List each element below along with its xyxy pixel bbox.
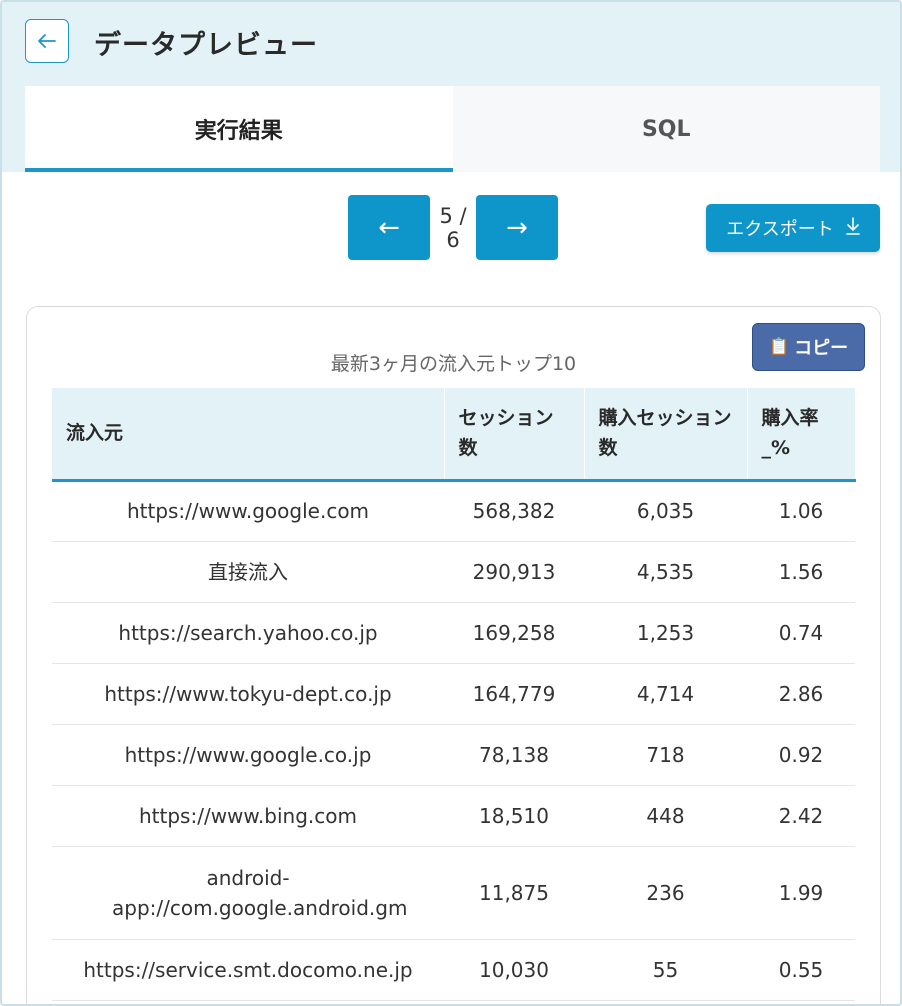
- arrow-left-icon: [38, 34, 56, 48]
- next-page-button[interactable]: →: [476, 195, 558, 260]
- export-button[interactable]: エクスポート: [706, 204, 880, 252]
- pagination: ← 5 / 6 →: [348, 195, 558, 260]
- tab-results[interactable]: 実行結果: [25, 86, 453, 172]
- table-row: https://www.bing.com 18,510 448 2.42: [52, 785, 855, 847]
- cell-source: https://www.google.co.jp: [52, 724, 444, 786]
- prev-page-button[interactable]: ←: [348, 195, 430, 260]
- cell-source: android-app://com.google.android.gm: [52, 846, 444, 940]
- table-caption: 最新3ヶ月の流入元トップ10: [330, 352, 577, 375]
- cell-purchase-rate: 0.55: [747, 939, 855, 1001]
- table-row: https://search.yahoo.co.jp 169,258 1,253…: [52, 602, 855, 664]
- page-indicator: 5 / 6: [439, 203, 467, 252]
- cell-purchase-sessions: 448: [584, 785, 747, 847]
- cell-purchase-rate: 1.56: [747, 541, 855, 603]
- cell-source: https://www.bing.com: [52, 785, 444, 847]
- cell-source: https://search.yahoo.co.jp: [52, 602, 444, 664]
- cell-purchase-sessions: 55: [584, 939, 747, 1001]
- arrow-right-icon: →: [506, 212, 528, 243]
- cell-source: https://service.smt.docomo.ne.jp: [52, 939, 444, 1001]
- cell-sessions: 169,258: [444, 602, 584, 664]
- table-row: https://service.smt.docomo.ne.jp 10,030 …: [52, 939, 855, 1001]
- cell-purchase-rate: 2.86: [747, 663, 855, 725]
- cell-purchase-sessions: 4,535: [584, 541, 747, 603]
- export-label: エクスポート: [726, 219, 834, 240]
- download-icon: [845, 216, 860, 240]
- column-header-purchase-rate[interactable]: 購入率_%: [747, 388, 856, 482]
- table-row: 直接流入 290,913 4,535 1.56: [52, 541, 855, 603]
- cell-purchase-rate: 0.74: [747, 602, 855, 664]
- cell-purchase-sessions: 1,253: [584, 602, 747, 664]
- page-title: データプレビュー: [94, 29, 318, 61]
- table-header-row: 流入元 セッション数 購入セッション数 購入率_%: [52, 388, 856, 482]
- results-table: 流入元 セッション数 購入セッション数 購入率_% https://www.go…: [52, 388, 856, 1001]
- cell-sessions: 568,382: [444, 480, 584, 542]
- table-row: https://www.tokyu-dept.co.jp 164,779 4,7…: [52, 663, 855, 725]
- cell-source: https://www.google.com: [52, 480, 444, 542]
- column-header-source[interactable]: 流入元: [52, 388, 445, 482]
- cell-source: 直接流入: [52, 541, 444, 603]
- back-button[interactable]: [25, 19, 69, 63]
- cell-sessions: 290,913: [444, 541, 584, 603]
- column-header-purchase-sessions[interactable]: 購入セッション数: [584, 388, 748, 482]
- arrow-left-icon: ←: [378, 212, 400, 243]
- cell-purchase-rate: 2.42: [747, 785, 855, 847]
- column-header-sessions[interactable]: セッション数: [444, 388, 585, 482]
- tab-bar: 実行結果 SQL: [25, 86, 880, 172]
- cell-purchase-rate: 0.92: [747, 724, 855, 786]
- preview-window: データプレビュー 実行結果 SQL ← 5 / 6 → エクスポート 📋 コピー…: [0, 0, 902, 1006]
- table-row: https://www.google.com 568,382 6,035 1.0…: [52, 480, 855, 542]
- cell-sessions: 18,510: [444, 785, 584, 847]
- cell-purchase-rate: 1.99: [747, 846, 855, 940]
- cell-purchase-sessions: 718: [584, 724, 747, 786]
- table-row: https://www.google.co.jp 78,138 718 0.92: [52, 724, 855, 786]
- cell-purchase-rate: 1.06: [747, 480, 855, 542]
- cell-purchase-sessions: 4,714: [584, 663, 747, 725]
- cell-sessions: 78,138: [444, 724, 584, 786]
- cell-sessions: 164,779: [444, 663, 584, 725]
- table-row: android-app://com.google.android.gm 11,8…: [52, 846, 855, 940]
- tab-sql[interactable]: SQL: [452, 86, 880, 172]
- cell-purchase-sessions: 6,035: [584, 480, 747, 542]
- cell-purchase-sessions: 236: [584, 846, 747, 940]
- cell-sessions: 11,875: [444, 846, 584, 940]
- cell-source: https://www.tokyu-dept.co.jp: [52, 663, 444, 725]
- cell-sessions: 10,030: [444, 939, 584, 1001]
